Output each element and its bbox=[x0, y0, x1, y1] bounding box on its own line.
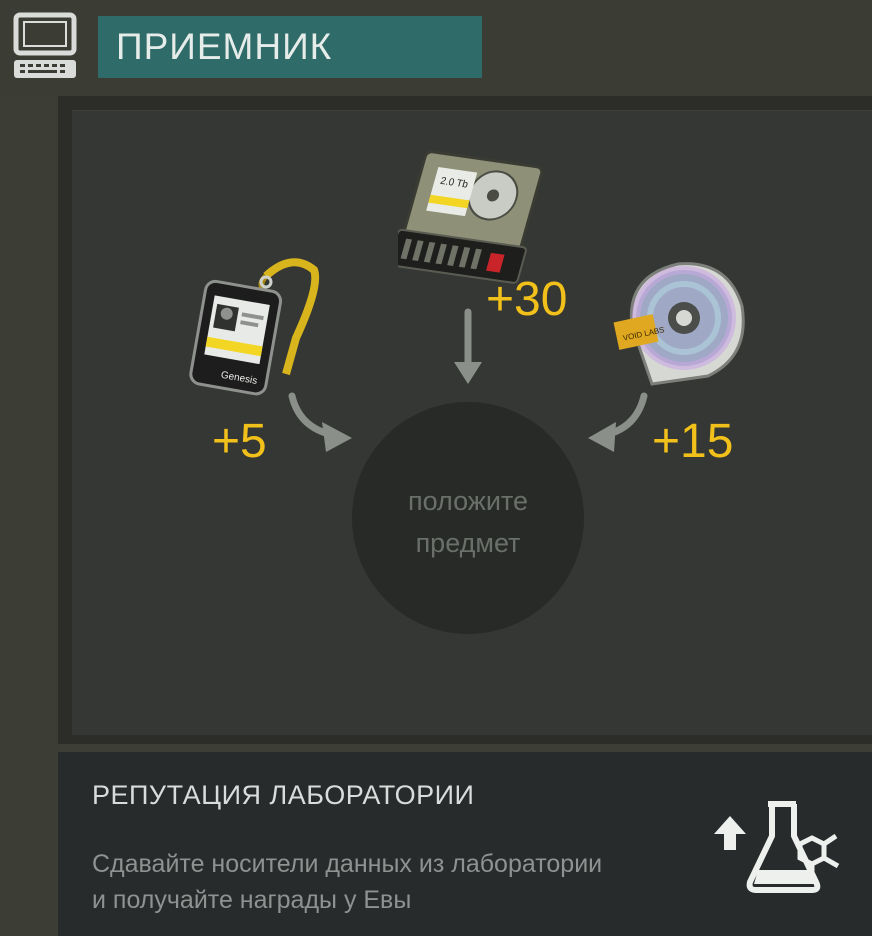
arrow-head-right bbox=[588, 422, 616, 452]
badge-bonus: +5 bbox=[212, 415, 267, 468]
data-disc-icon[interactable]: VOID LABS bbox=[612, 256, 752, 392]
slot-label-line1: положите bbox=[407, 486, 529, 516]
arrow-head-center bbox=[454, 362, 482, 384]
hard-drive-icon[interactable]: 2.0 Tb bbox=[398, 150, 548, 286]
disc-bonus: +15 bbox=[652, 415, 734, 468]
drive-bonus: +30 bbox=[486, 273, 568, 326]
reputation-description-line2: и получайте награды у Евы bbox=[92, 886, 412, 914]
id-badge-icon[interactable]: Genesis bbox=[188, 246, 328, 396]
reputation-description-line1: Сдавайте носители данных из лаборатории bbox=[92, 850, 603, 878]
slot-label: положите предмет bbox=[352, 480, 584, 564]
reputation-description: Сдавайте носители данных из лаборатории … bbox=[92, 846, 692, 918]
reputation-title: РЕПУТАЦИЯ ЛАБОРАТОРИИ bbox=[92, 780, 475, 810]
lab-flask-icon bbox=[714, 801, 840, 893]
slot-label-line2: предмет bbox=[415, 528, 521, 558]
arrow-up-icon bbox=[714, 816, 746, 850]
arrow-head-left bbox=[322, 422, 352, 452]
drop-slot[interactable]: положите предмет bbox=[352, 402, 584, 634]
